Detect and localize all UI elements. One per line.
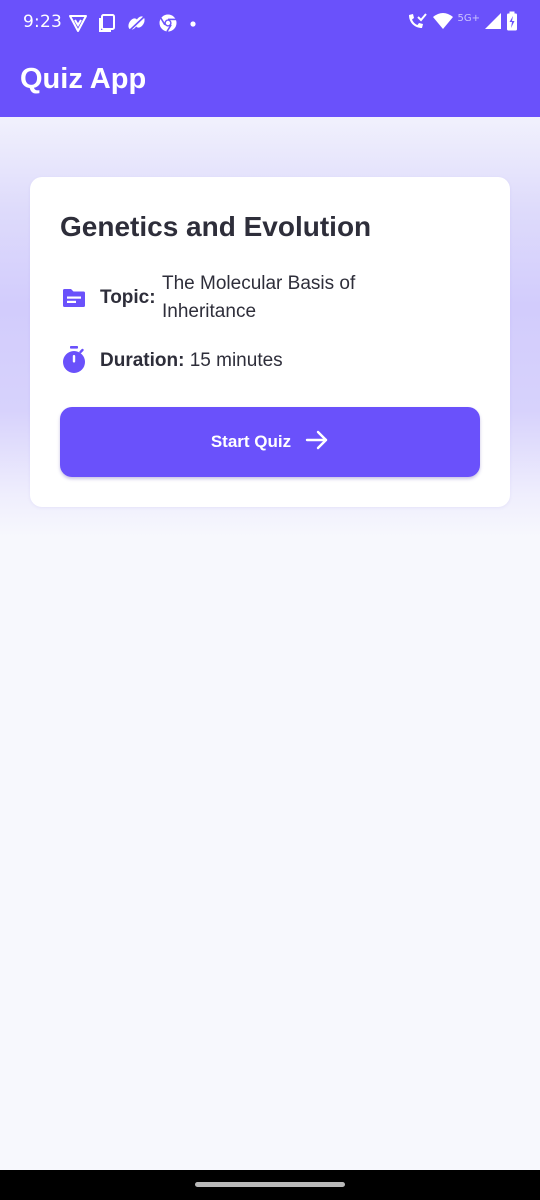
quiz-title: Genetics and Evolution [60, 211, 372, 242]
home-gesture-handle[interactable] [195, 1182, 345, 1187]
duration-label: Duration: [100, 350, 185, 371]
chrome-icon [158, 13, 178, 33]
navigation-bar [0, 1170, 540, 1200]
topic-folder-icon [61, 286, 87, 315]
vpn-shield-icon [68, 13, 88, 33]
duration-value: 15 minutes [189, 350, 283, 371]
status-left-icons [68, 11, 198, 35]
wifi-calling-icon [406, 11, 428, 36]
status-time: 9:23 [23, 12, 62, 32]
app-title: Quiz App [20, 63, 147, 95]
start-quiz-label: Start Quiz [210, 432, 292, 451]
arrow-right-icon [305, 429, 329, 456]
app-bar: Quiz App [0, 46, 540, 117]
topic-label: Topic: [100, 287, 156, 308]
leaf-app-icon [126, 13, 148, 33]
signal-icon [484, 11, 502, 36]
topic-value: The Molecular Basis of Inheritance [162, 273, 356, 322]
notification-dot-icon [188, 13, 198, 33]
quiz-card: Genetics and Evolution Topic: The Molecu… [30, 177, 510, 507]
wifi-icon [432, 11, 454, 36]
battery-charging-icon [506, 11, 518, 36]
status-bar: 9:23 5G+ [0, 0, 540, 46]
status-right-icons: 5G+ [406, 11, 519, 35]
screen-icon [98, 13, 116, 33]
start-quiz-button[interactable]: Start Quiz [60, 407, 480, 477]
duration-row: Duration: 15 minutes [100, 350, 283, 372]
network-type-label: 5G+ [457, 12, 481, 24]
timer-icon [61, 346, 87, 379]
